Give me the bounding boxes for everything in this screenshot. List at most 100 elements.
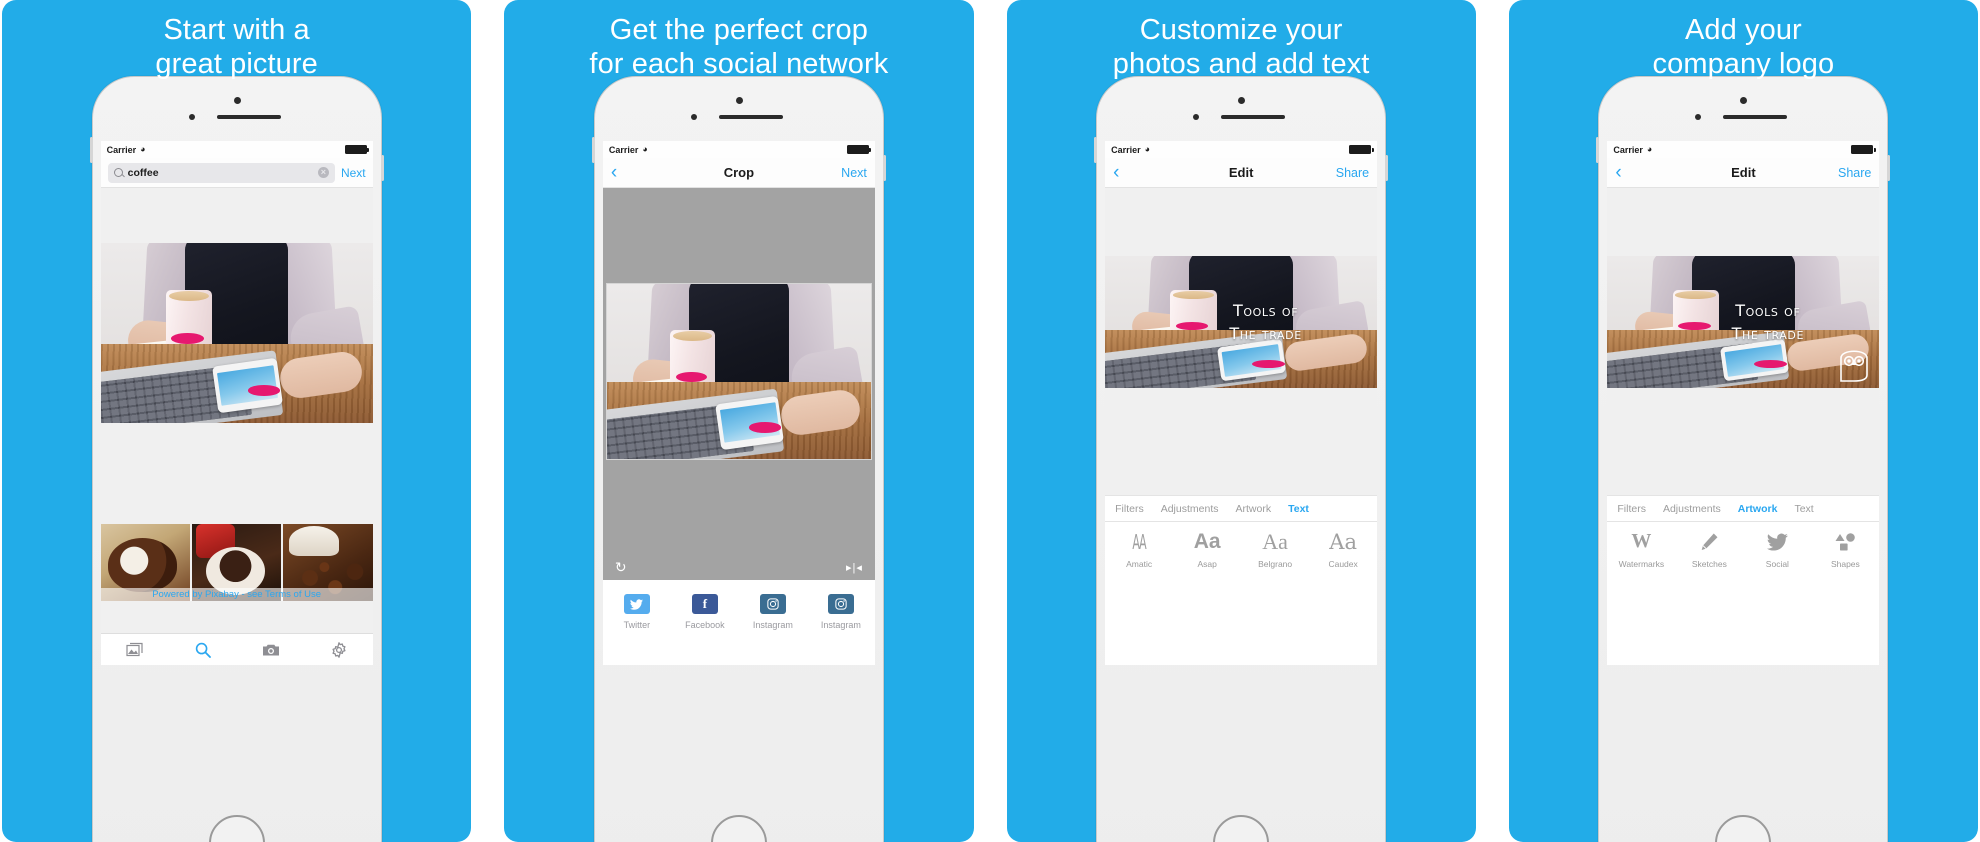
social-label: Facebook [685,620,725,630]
chevron-left-icon[interactable]: ‹ [611,163,637,182]
photos-icon [126,642,143,657]
tab-filters[interactable]: Filters [1115,503,1144,515]
artwork-option-shapes[interactable]: Shapes [1811,528,1879,569]
search-icon [113,168,123,177]
share-button[interactable]: Share [1336,166,1369,180]
camera-icon [262,644,279,655]
wifi-icon: ◕ [140,144,146,154]
owl-logo-icon[interactable] [1837,344,1871,384]
flip-icon[interactable]: ▸|◂ [846,561,863,574]
home-button[interactable] [710,815,767,842]
phone-mockup: Carrier ◕ ‹ Edit Share Tools of The trad… [1596,76,1891,842]
next-button[interactable]: Next [341,166,366,180]
tab-adjustments[interactable]: Adjustments [1161,503,1219,515]
tab-library[interactable] [101,642,169,657]
nav-bar: ‹ Edit Share [1105,158,1378,188]
tab-artwork[interactable]: Artwork [1236,503,1272,515]
tab-camera[interactable] [237,643,305,657]
artwork-label: Watermarks [1618,559,1665,569]
edit-stage: Tools of The trade Filters Adjustments A… [1105,188,1378,580]
earpiece-speaker [718,115,783,119]
battery-icon [344,145,370,154]
wifi-icon: ◕ [1144,144,1151,154]
rotate-icon[interactable]: ↻ [615,560,627,574]
camera-dot-icon [735,97,743,104]
home-button[interactable] [208,815,265,842]
font-preview-glyph: Aa [1193,529,1221,553]
artwork-option-watermarks[interactable]: W Watermarks [1607,528,1675,569]
facebook-icon: f [691,594,718,614]
pixabay-credit-link[interactable]: Powered by Pixabay - see Terms of Use [100,588,373,601]
earpiece-speaker [1221,115,1286,119]
edit-stage: Tools of The trade Filters Adjustments A… [1607,188,1880,580]
social-label: Instagram [820,620,861,630]
crop-stage[interactable]: ↻ ▸|◂ [602,188,875,580]
crop-window[interactable] [606,284,871,459]
tab-search[interactable] [169,642,237,658]
social-label: Instagram [752,620,793,630]
panel-headline: Start with a great picture [155,14,318,80]
clear-icon[interactable]: × [317,167,329,178]
social-item-twitter[interactable]: Twitter [603,594,671,630]
phone-mockup: Carrier ◕ ‹ Crop Next ↻ ▸|◂ Twitter f Fa… [591,76,886,842]
font-option-belgrano[interactable]: Aa Belgrano [1241,528,1309,570]
tab-adjustments[interactable]: Adjustments [1663,503,1721,515]
home-button[interactable] [1213,815,1270,842]
app-store-screenshot-gallery: Start with a great picture Carrier ◕ cof… [0,0,1980,842]
camera-dot-icon [1740,97,1748,104]
camera-dot-icon [1238,97,1246,104]
chevron-left-icon[interactable]: ‹ [1113,163,1139,182]
panel-headline: Add your company logo [1652,14,1835,80]
social-item-facebook[interactable]: f Facebook [671,594,739,630]
nav-bar: ‹ Crop Next [602,158,875,188]
tab-filters[interactable]: Filters [1617,503,1646,515]
font-label: Caudex [1328,559,1358,569]
search-input[interactable]: coffee × [107,162,335,183]
carrier-label: Carrier [1613,144,1643,155]
tab-settings[interactable] [305,641,373,658]
result-photo[interactable] [100,243,373,423]
edit-photo[interactable]: Tools of The trade [1105,256,1378,388]
search-results-area: Powered by Pixabay - see Terms of Use [100,188,373,633]
watermark-w-icon: W [1631,530,1652,552]
carrier-label: Carrier [106,144,137,155]
chevron-left-icon[interactable]: ‹ [1615,163,1641,182]
earpiece-speaker [1723,115,1788,119]
font-option-amatic[interactable]: AA Amatic [1105,528,1173,570]
next-button[interactable]: Next [841,166,867,180]
edit-tab-bar: Filters Adjustments Artwork Text [1105,495,1378,522]
photo-text-overlay[interactable]: Tools of The trade [1732,299,1804,345]
edit-photo[interactable]: Tools of The trade [1607,256,1880,388]
carrier-label: Carrier [608,144,639,155]
font-preview-glyph: AA [1132,529,1147,554]
font-preview-glyph: Aa [1329,529,1357,554]
phone-screen: Carrier ◕ ‹ Crop Next ↻ ▸|◂ Twitter f Fa… [602,141,875,665]
phone-screen: Carrier ◕ coffee × Next Powered by Pixab… [100,141,373,665]
bottom-tab-bar [100,633,373,665]
tab-text[interactable]: Text [1794,503,1813,515]
panel-edit-artwork: Add your company logo Carrier ◕ ‹ Edit S [1508,0,1978,842]
sensor-dot-icon [1193,114,1200,120]
tab-text[interactable]: Text [1288,503,1309,515]
tab-artwork[interactable]: Artwork [1738,503,1778,515]
social-item-instagram-1[interactable]: Instagram [739,594,807,630]
artwork-option-sketches[interactable]: Sketches [1675,528,1743,569]
search-icon [195,642,211,658]
share-button[interactable]: Share [1838,166,1871,180]
home-button[interactable] [1715,815,1772,842]
artwork-option-social[interactable]: Social [1743,528,1811,569]
font-preview-glyph: Aa [1262,528,1288,554]
font-option-caudex[interactable]: Aa Caudex [1309,528,1377,570]
gear-icon [332,641,346,658]
page-title: Crop [723,165,755,180]
earpiece-speaker [216,115,281,119]
wifi-icon: ◕ [1646,144,1653,154]
font-option-asap[interactable]: Aa Asap [1173,528,1241,570]
social-item-instagram-2[interactable]: Instagram [807,594,875,630]
photo-text-overlay[interactable]: Tools of The trade [1229,299,1301,345]
font-option-row: AA Amatic Aa Asap Aa Belgrano Aa Caudex [1105,522,1378,580]
sensor-dot-icon [188,114,195,120]
carrier-label: Carrier [1111,144,1141,155]
artwork-label: Social [1765,559,1789,569]
social-network-row: Twitter f Facebook Instagram Instagram [602,580,875,665]
